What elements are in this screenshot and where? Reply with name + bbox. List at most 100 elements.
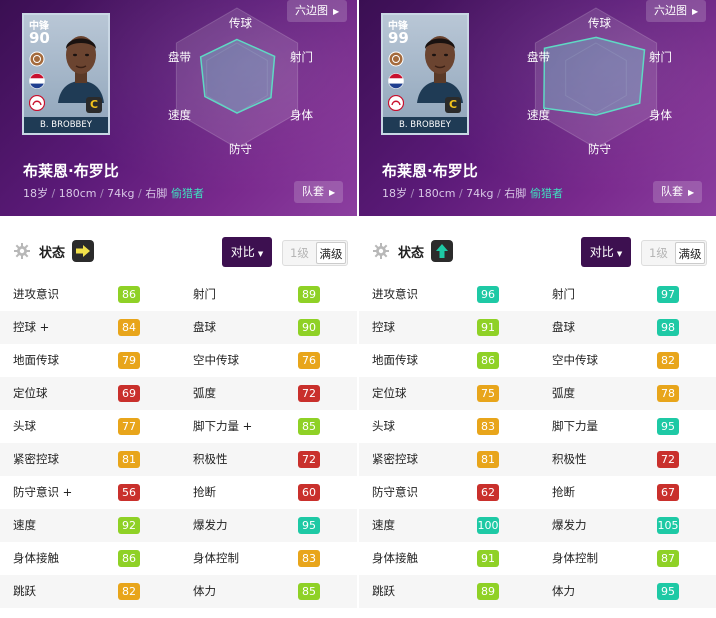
stat-name: 定位球 [372, 386, 407, 400]
info-separator: / [134, 187, 146, 200]
radar-label-defend: 防守 [588, 142, 611, 156]
stat-row: 头球 77 脚下力量 + 85 [0, 410, 357, 443]
info-separator: / [407, 187, 418, 200]
info-separator: / [96, 187, 108, 200]
stat-name: 地面传球 [13, 353, 59, 367]
stat-value-badge: 85 [298, 583, 320, 600]
player-panel-max: 中锋 99 C B. BROBBEY 传球 射门 身体 防守 速度 盘带 六边图 ▶ 布莱恩·布罗比 18… [359, 0, 716, 618]
team-kit-label: 队套 [661, 185, 683, 198]
stat-row: 进攻意识 86 射门 89 [0, 278, 357, 311]
netherlands-flag-icon [388, 73, 404, 93]
player-header: 中锋 90 C B. BROBBEY 传球 射门 身体 防守 速度 盘带 六边图 ▶ 布莱恩·布罗比 18… [0, 0, 357, 216]
max-level-option[interactable]: 满级 [675, 242, 705, 264]
stat-name: 定位球 [13, 386, 48, 400]
stat-name: 控球 + [13, 320, 50, 334]
stat-name: 脚下力量 + [193, 419, 253, 433]
stat-row: 控球 91 盘球 98 [359, 311, 716, 344]
card-name: B. BROBBEY [24, 117, 108, 133]
player-portrait [413, 23, 467, 107]
stat-name: 头球 [13, 419, 36, 433]
stat-value-badge: 91 [477, 319, 499, 336]
chevron-right-icon: ▶ [692, 7, 699, 16]
stat-name: 盘球 [552, 320, 575, 334]
stat-value-badge: 78 [657, 385, 679, 402]
stat-value-badge: 105 [657, 517, 679, 534]
stat-row: 定位球 69 弧度 72 [0, 377, 357, 410]
team-kit-button[interactable]: 队套 ▶ [294, 181, 344, 203]
right-arrow-icon [72, 240, 94, 262]
chevron-down-icon: ▼ [616, 250, 623, 258]
player-foot: 右脚 [504, 187, 527, 200]
stat-name: 速度 [13, 518, 36, 532]
stat-name: 盘球 [193, 320, 216, 334]
stat-row: 防守意识 + 56 抢断 60 [0, 476, 357, 509]
up-arrow-icon [431, 240, 453, 262]
stat-name: 头球 [372, 419, 395, 433]
stats-table: 进攻意识 86 射门 89 控球 + 84 盘球 90 地面传球 79 空中传球 76 定位球 69 弧度 7… [0, 278, 357, 608]
stat-name: 弧度 [552, 386, 575, 400]
stat-value-badge: 87 [657, 550, 679, 567]
player-age: 18岁 [382, 187, 407, 200]
stat-row: 紧密控球 81 积极性 72 [0, 443, 357, 476]
max-level-option[interactable]: 满级 [316, 242, 346, 264]
level-1-option[interactable]: 1级 [290, 241, 309, 265]
radar-label-pass: 传球 [229, 16, 252, 30]
stat-name: 进攻意识 [13, 287, 59, 301]
stat-value-badge: 83 [477, 418, 499, 435]
level-toggle: 1级 满级 [282, 240, 348, 266]
stat-value-badge: 84 [118, 319, 140, 336]
player-info: 18岁 / 180cm / 74kg / 右脚 [23, 185, 167, 201]
player-playstyle: 偷猎者 [530, 187, 563, 200]
club-crest-icon [388, 51, 404, 71]
stat-value-badge: 89 [477, 583, 499, 600]
stat-value-badge: 89 [298, 286, 320, 303]
settings-icon [373, 243, 389, 263]
hexagon-view-label: 六边图 [295, 4, 328, 17]
stat-row: 紧密控球 81 积极性 72 [359, 443, 716, 476]
hexagon-view-button[interactable]: 六边图 ▶ [287, 0, 348, 22]
stat-value-badge: 72 [298, 451, 320, 468]
stat-value-badge: 60 [298, 484, 320, 501]
stat-name: 抢断 [193, 485, 216, 499]
player-height: 180cm [417, 187, 456, 200]
info-separator: / [493, 187, 505, 200]
club-badge-icon [28, 94, 46, 115]
stat-name: 身体接触 [372, 551, 418, 565]
stat-name: 爆发力 [193, 518, 228, 532]
stat-name: 防守意识 + [13, 485, 73, 499]
stat-name: 射门 [193, 287, 216, 301]
compare-button[interactable]: 对比 ▼ [581, 237, 631, 267]
stat-value-badge: 97 [657, 286, 679, 303]
stat-name: 脚下力量 [552, 419, 598, 433]
stat-name: 空中传球 [552, 353, 598, 367]
info-separator: / [48, 187, 59, 200]
hexagon-view-button[interactable]: 六边图 ▶ [646, 0, 707, 22]
stat-name: 跳跃 [372, 584, 395, 598]
level-1-option[interactable]: 1级 [649, 241, 668, 265]
club-crest-icon [29, 51, 45, 71]
stat-value-badge: 95 [657, 583, 679, 600]
player-height: 180cm [58, 187, 97, 200]
stat-row: 地面传球 79 空中传球 76 [0, 344, 357, 377]
stat-name: 速度 [372, 518, 395, 532]
stat-value-badge: 95 [298, 517, 320, 534]
player-name: 布莱恩·布罗比 [382, 162, 478, 180]
compare-button[interactable]: 对比 ▼ [222, 237, 272, 267]
stat-value-badge: 75 [477, 385, 499, 402]
stat-row: 进攻意识 96 射门 97 [359, 278, 716, 311]
club-badge-icon [387, 94, 405, 115]
player-card[interactable]: 中锋 99 C B. BROBBEY [381, 13, 469, 135]
chevron-right-icon: ▶ [333, 7, 340, 16]
player-info: 18岁 / 180cm / 74kg / 右脚 [382, 185, 526, 201]
card-class-badge: C [86, 97, 102, 113]
stat-name: 弧度 [193, 386, 216, 400]
team-kit-button[interactable]: 队套 ▶ [653, 181, 703, 203]
player-panel-base: 中锋 90 C B. BROBBEY 传球 射门 身体 防守 速度 盘带 六边图 ▶ 布莱恩·布罗比 18… [0, 0, 357, 618]
stat-name: 紧密控球 [13, 452, 59, 466]
stat-value-badge: 62 [477, 484, 499, 501]
stat-name: 跳跃 [13, 584, 36, 598]
stat-value-badge: 96 [477, 286, 499, 303]
player-card[interactable]: 中锋 90 C B. BROBBEY [22, 13, 110, 135]
radar-label-shoot: 射门 [290, 50, 313, 64]
stat-row: 头球 83 脚下力量 95 [359, 410, 716, 443]
